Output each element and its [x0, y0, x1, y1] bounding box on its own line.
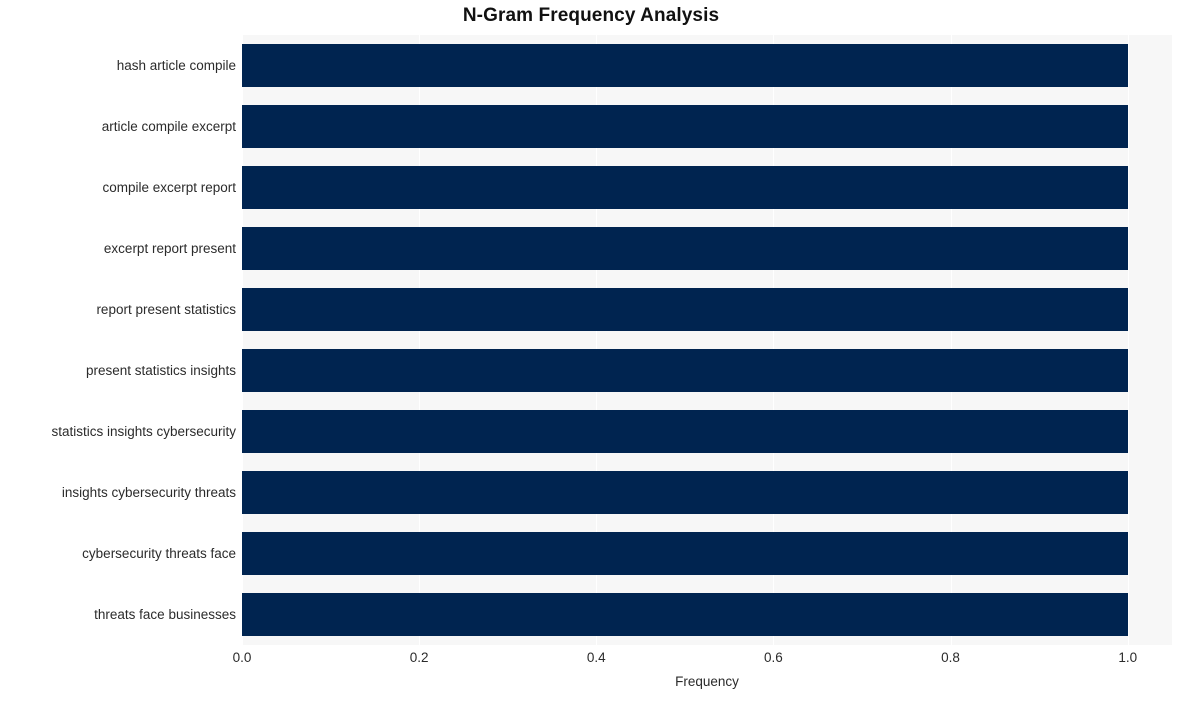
chart-figure: N-Gram Frequency Analysis hash article c…	[0, 0, 1182, 701]
x-axis-tick-label: 0.8	[941, 650, 960, 665]
x-axis-tick-label: 0.2	[409, 650, 429, 665]
y-axis-tick-label: threats face businesses	[94, 606, 236, 622]
x-axis-tick-label: 1.0	[1118, 650, 1138, 665]
bar	[242, 532, 1128, 575]
bar	[242, 227, 1128, 270]
y-axis-tick-label: cybersecurity threats face	[82, 545, 236, 561]
bar	[242, 288, 1128, 331]
y-axis-tick-label: excerpt report present	[103, 240, 236, 256]
x-axis-tick-labels: 0.0 0.2 0.4 0.6 0.8 1.0	[0, 650, 1182, 670]
plot-area	[242, 35, 1172, 645]
bar	[242, 410, 1128, 453]
y-axis-tick-label: compile excerpt report	[102, 179, 236, 195]
bar	[242, 166, 1128, 209]
y-axis-tick-label: hash article compile	[116, 57, 236, 73]
y-axis-tick-label: report present statistics	[96, 301, 236, 317]
y-axis-tick-labels: hash article compile article compile exce…	[0, 35, 236, 645]
gridline-x-5	[1127, 35, 1129, 645]
bar	[242, 105, 1128, 148]
y-axis-tick-label: present statistics insights	[85, 362, 236, 378]
bar	[242, 593, 1128, 636]
chart-title: N-Gram Frequency Analysis	[462, 5, 720, 26]
x-axis-tick-label: 0.6	[764, 650, 783, 665]
x-axis-tick-label: 0.0	[232, 650, 252, 665]
y-axis-tick-label: article compile excerpt	[101, 118, 236, 134]
x-axis-tick-label: 0.4	[586, 650, 606, 665]
y-axis-tick-label: statistics insights cybersecurity	[51, 423, 236, 439]
bar	[242, 471, 1128, 514]
bar	[242, 44, 1128, 87]
y-axis-tick-label: insights cybersecurity threats	[61, 484, 236, 500]
bar	[242, 349, 1128, 392]
x-axis-title: Frequency	[675, 674, 739, 689]
